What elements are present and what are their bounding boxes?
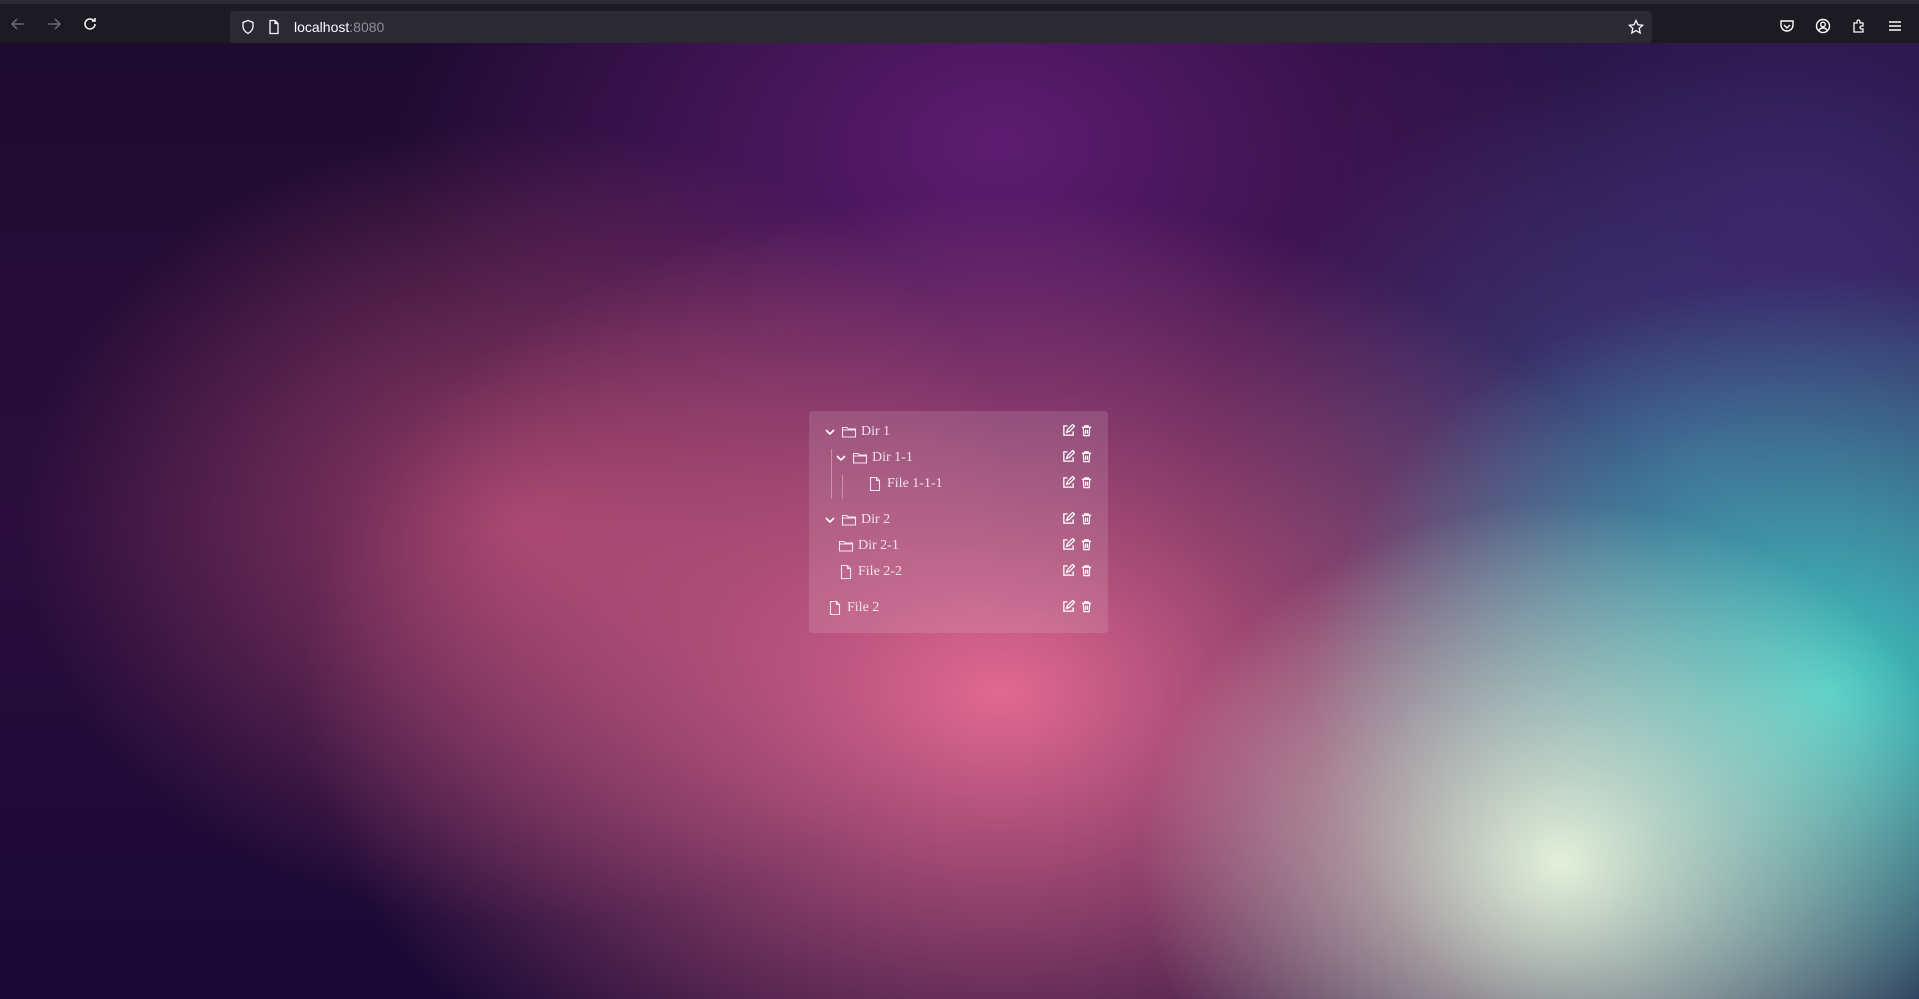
tree-group-dir-1: Dir 1 Dir 1-1 File 1-1-1 (809, 419, 1108, 499)
url-bar[interactable]: localhost:8080 (230, 11, 1652, 43)
edit-icon[interactable] (1062, 424, 1076, 438)
tree-item-label: File 2 (847, 600, 880, 615)
trash-icon[interactable] (1080, 476, 1094, 490)
back-button[interactable] (0, 6, 36, 42)
url-text[interactable]: localhost:8080 (294, 19, 384, 35)
tree-item-label: Dir 2-1 (858, 538, 899, 553)
extensions-button[interactable] (1841, 8, 1877, 44)
hamburger-icon (1889, 21, 1901, 31)
chevron-down-icon[interactable] (823, 513, 837, 527)
tree-item-label: File 2-2 (858, 564, 902, 579)
reload-icon (84, 17, 96, 30)
tree-item-file-1-1-1[interactable]: File 1-1-1 (809, 471, 1108, 497)
edit-icon[interactable] (1062, 564, 1076, 578)
tree-item-label: Dir 1-1 (872, 450, 913, 465)
tree-item-file-2[interactable]: File 2 (809, 595, 1108, 621)
file-icon (827, 600, 843, 616)
file-icon (867, 476, 883, 492)
reload-button[interactable] (72, 6, 108, 42)
edit-icon[interactable] (1062, 476, 1076, 490)
arrow-left-icon (10, 17, 24, 30)
tree-item-label: Dir 1 (861, 424, 891, 439)
edit-icon[interactable] (1062, 450, 1076, 464)
folder-icon (838, 538, 854, 554)
trash-icon[interactable] (1080, 424, 1094, 438)
tree-item-dir-2[interactable]: Dir 2 (809, 507, 1108, 533)
pocket-icon (1780, 20, 1794, 32)
trash-icon[interactable] (1080, 538, 1094, 552)
chevron-down-icon[interactable] (834, 451, 848, 465)
puzzle-icon (1853, 19, 1864, 33)
menu-button[interactable] (1877, 8, 1913, 44)
trash-icon[interactable] (1080, 450, 1094, 464)
bookmark-star-icon[interactable] (1627, 18, 1645, 35)
pocket-button[interactable] (1769, 8, 1805, 44)
tree-item-dir-1[interactable]: Dir 1 (809, 419, 1108, 445)
edit-icon[interactable] (1062, 600, 1076, 614)
file-tree-panel: Dir 1 Dir 1-1 File 1-1-1 Dir 2 Dir 2-1 F… (809, 411, 1108, 633)
tree-item-file-2-2[interactable]: File 2-2 (809, 559, 1108, 585)
chevron-down-icon[interactable] (823, 425, 837, 439)
forward-button[interactable] (36, 6, 72, 42)
tree-item-label: Dir 2 (861, 512, 891, 527)
folder-icon (852, 450, 868, 466)
edit-icon[interactable] (1062, 538, 1076, 552)
tree-item-dir-1-1[interactable]: Dir 1-1 (809, 445, 1108, 471)
tree-group-dir-2: Dir 2 Dir 2-1 File 2-2 (809, 507, 1108, 585)
arrow-right-icon (48, 17, 62, 30)
edit-icon[interactable] (1062, 512, 1076, 526)
trash-icon[interactable] (1080, 512, 1094, 526)
tree-item-label: File 1-1-1 (887, 476, 943, 491)
trash-icon[interactable] (1080, 600, 1094, 614)
shield-icon[interactable] (240, 19, 256, 35)
tree-guide-line (842, 475, 843, 499)
browser-toolbar: localhost:8080 (0, 0, 1919, 43)
tree-guide-line (831, 449, 832, 499)
folder-icon (841, 424, 857, 440)
account-button[interactable] (1805, 8, 1841, 44)
file-icon (838, 564, 854, 580)
account-icon (1815, 18, 1831, 34)
tree-item-dir-2-1[interactable]: Dir 2-1 (809, 533, 1108, 559)
trash-icon[interactable] (1080, 564, 1094, 578)
folder-icon (841, 512, 857, 528)
page-background: Dir 1 Dir 1-1 File 1-1-1 Dir 2 Dir 2-1 F… (0, 43, 1919, 999)
page-icon (266, 19, 282, 35)
